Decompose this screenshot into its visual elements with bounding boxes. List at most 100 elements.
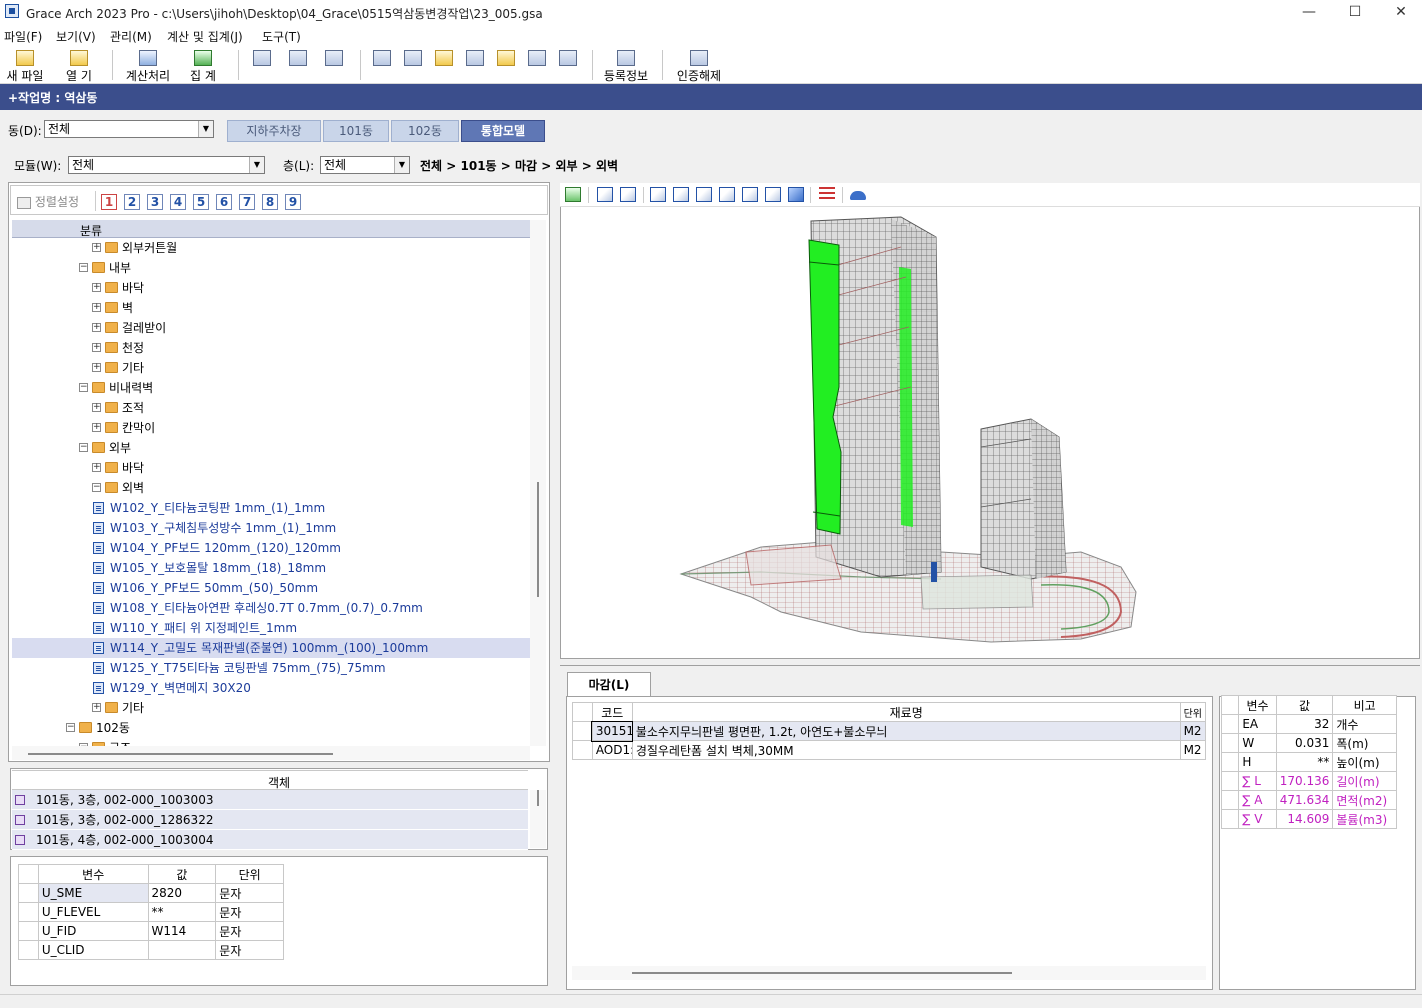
variable-row[interactable]: U_SME 2820 문자 bbox=[18, 883, 284, 903]
finish-row[interactable]: 301518불소수지무늬판넬 평면판, 1.2t, 아연도+불소무늬M2 bbox=[572, 720, 1207, 742]
object-row[interactable]: 101동, 4층, 002-000_1003004 bbox=[12, 830, 528, 850]
tree-item[interactable]: W104_Y_PF보드 120mm_(120)_120mm bbox=[12, 538, 530, 558]
row-selector[interactable] bbox=[572, 721, 593, 741]
find-replace-button[interactable] bbox=[322, 48, 346, 82]
expand-icon[interactable]: + bbox=[92, 403, 101, 412]
tree-folder[interactable]: + 외부커튼월 bbox=[12, 238, 530, 258]
tree-folder[interactable]: − 비내력벽 bbox=[12, 378, 530, 398]
new-file-button[interactable]: 새 파일 bbox=[2, 48, 48, 83]
variable-row[interactable]: U_FLEVEL ** 문자 bbox=[18, 902, 284, 922]
tree-item[interactable]: W108_Y_티타늄아연판 후레싱0.7T 0.7mm_(0.7)_0.7mm bbox=[12, 598, 530, 618]
close-button[interactable]: ✕ bbox=[1378, 0, 1422, 24]
level-7-button[interactable]: 7 bbox=[239, 194, 255, 210]
expand-icon[interactable]: + bbox=[92, 463, 101, 472]
menu-calc-aggregate[interactable]: 계산 및 집계(J) bbox=[167, 28, 243, 45]
quantity-row[interactable]: H ** 높이(m) bbox=[1220, 752, 1397, 772]
cloud-icon[interactable] bbox=[850, 191, 866, 200]
registration-button[interactable]: 등록정보 bbox=[600, 48, 652, 83]
menu-tools[interactable]: 도구(T) bbox=[262, 28, 301, 45]
quantity-row[interactable]: W 0.031 폭(m) bbox=[1220, 733, 1397, 753]
open-button[interactable]: 열 기 bbox=[58, 48, 100, 83]
view-right-icon[interactable] bbox=[719, 187, 735, 202]
finish-row[interactable]: AOD1: 경질우레탄폼 설치 벽체,30MM M2 bbox=[572, 740, 1207, 760]
variable-value[interactable]: ** bbox=[147, 902, 217, 922]
expand-icon[interactable]: + bbox=[92, 323, 101, 332]
expand-icon[interactable]: + bbox=[92, 283, 101, 292]
view-iso-icon[interactable] bbox=[788, 187, 804, 202]
variable-row[interactable]: U_CLID 문자 bbox=[18, 940, 284, 960]
object-row[interactable]: 101동, 3층, 002-000_1003003 bbox=[12, 790, 528, 810]
tab-building-101[interactable]: 101동 bbox=[323, 120, 389, 142]
search-button[interactable] bbox=[286, 48, 310, 82]
menu-file[interactable]: 파일(F) bbox=[4, 28, 42, 45]
tree-folder[interactable]: + 벽 bbox=[12, 298, 530, 318]
view-tool-1-button[interactable] bbox=[370, 48, 394, 82]
object-list-scrollbar[interactable] bbox=[530, 790, 546, 848]
view-front-icon[interactable] bbox=[650, 187, 666, 202]
level-1-button[interactable]: 1 bbox=[101, 194, 117, 210]
level-5-button[interactable]: 5 bbox=[193, 194, 209, 210]
tree-item[interactable]: W125_Y_T75티타늄 코팅판넬 75mm_(75)_75mm bbox=[12, 658, 530, 678]
view-tool-7-button[interactable] bbox=[556, 48, 580, 82]
expand-icon[interactable]: + bbox=[92, 423, 101, 432]
expand-icon[interactable]: + bbox=[92, 343, 101, 352]
rotate-icon[interactable] bbox=[597, 187, 613, 202]
aggregate-button[interactable]: 집 계 bbox=[182, 48, 224, 83]
tree-folder[interactable]: − 외부 bbox=[12, 438, 530, 458]
minimize-button[interactable]: — bbox=[1286, 0, 1332, 24]
level-4-button[interactable]: 4 bbox=[170, 194, 186, 210]
sort-settings-button[interactable]: 정렬설정 bbox=[17, 193, 79, 210]
tree-folder[interactable]: + 기타 bbox=[12, 358, 530, 378]
tree-item[interactable]: W114_Y_고밀도 목재판넬(준불연) 100mm_(100)_100mm bbox=[12, 638, 530, 658]
view-left-icon[interactable] bbox=[696, 187, 712, 202]
tree-folder[interactable]: + 조적 bbox=[12, 398, 530, 418]
view-tool-6-button[interactable] bbox=[525, 48, 549, 82]
scrollbar-thumb[interactable] bbox=[537, 790, 539, 806]
tab-finish[interactable]: 마감(L) bbox=[567, 672, 651, 697]
menu-view[interactable]: 보기(V) bbox=[56, 28, 96, 45]
module-select[interactable]: 전체 ▼ bbox=[68, 156, 265, 174]
collapse-icon[interactable]: − bbox=[92, 483, 101, 492]
level-6-button[interactable]: 6 bbox=[216, 194, 232, 210]
tree-folder[interactable]: − 102동 bbox=[12, 718, 530, 738]
building-select[interactable]: 전체 ▼ bbox=[44, 120, 214, 138]
view-tool-5-button[interactable] bbox=[494, 48, 518, 82]
zoom-button[interactable] bbox=[250, 48, 274, 82]
collapse-icon[interactable]: − bbox=[79, 443, 88, 452]
variable-value[interactable] bbox=[147, 940, 217, 960]
tree-item[interactable]: W105_Y_보호몰탈 18mm_(18)_18mm bbox=[12, 558, 530, 578]
expand-icon[interactable]: + bbox=[92, 243, 101, 252]
tree-item[interactable]: W103_Y_구체침투성방수 1mm_(1)_1mm bbox=[12, 518, 530, 538]
scrollbar-thumb[interactable] bbox=[537, 482, 539, 597]
tree-horizontal-scrollbar[interactable] bbox=[12, 746, 530, 760]
scrollbar-thumb[interactable] bbox=[632, 972, 1012, 974]
view-bottom-icon[interactable] bbox=[765, 187, 781, 202]
expand-icon[interactable]: + bbox=[92, 303, 101, 312]
tree-item[interactable]: W110_Y_패티 위 지정페인트_1mm bbox=[12, 618, 530, 638]
tree-folder[interactable]: + 천정 bbox=[12, 338, 530, 358]
model-load-icon[interactable] bbox=[565, 187, 581, 202]
view-tool-2-button[interactable] bbox=[401, 48, 425, 82]
level-3-button[interactable]: 3 bbox=[147, 194, 163, 210]
variable-value[interactable]: 2820 bbox=[147, 883, 217, 903]
tab-underground-parking[interactable]: 지하주차장 bbox=[227, 120, 321, 142]
tree-folder[interactable]: − 내부 bbox=[12, 258, 530, 278]
row-selector[interactable] bbox=[572, 740, 593, 760]
variable-row[interactable]: U_FID W114 문자 bbox=[18, 921, 284, 941]
collapse-icon[interactable]: − bbox=[66, 723, 75, 732]
list-icon[interactable] bbox=[819, 187, 835, 202]
view-tool-4-button[interactable] bbox=[463, 48, 487, 82]
collapse-icon[interactable]: − bbox=[79, 263, 88, 272]
maximize-button[interactable]: ☐ bbox=[1332, 0, 1378, 24]
view-back-icon[interactable] bbox=[673, 187, 689, 202]
expand-icon[interactable]: + bbox=[92, 703, 101, 712]
view-top-icon[interactable] bbox=[742, 187, 758, 202]
finish-horizontal-scrollbar[interactable] bbox=[572, 966, 1206, 980]
collapse-icon[interactable]: − bbox=[79, 383, 88, 392]
tree-folder[interactable]: − 외벽 bbox=[12, 478, 530, 498]
tree-vertical-scrollbar[interactable] bbox=[530, 220, 546, 746]
quantity-row[interactable]: ∑ L 170.136 길이(m) bbox=[1220, 771, 1397, 791]
level-8-button[interactable]: 8 bbox=[262, 194, 278, 210]
tree-item[interactable]: W102_Y_티타늄코팅판 1mm_(1)_1mm bbox=[12, 498, 530, 518]
tree-folder[interactable]: + 칸막이 bbox=[12, 418, 530, 438]
